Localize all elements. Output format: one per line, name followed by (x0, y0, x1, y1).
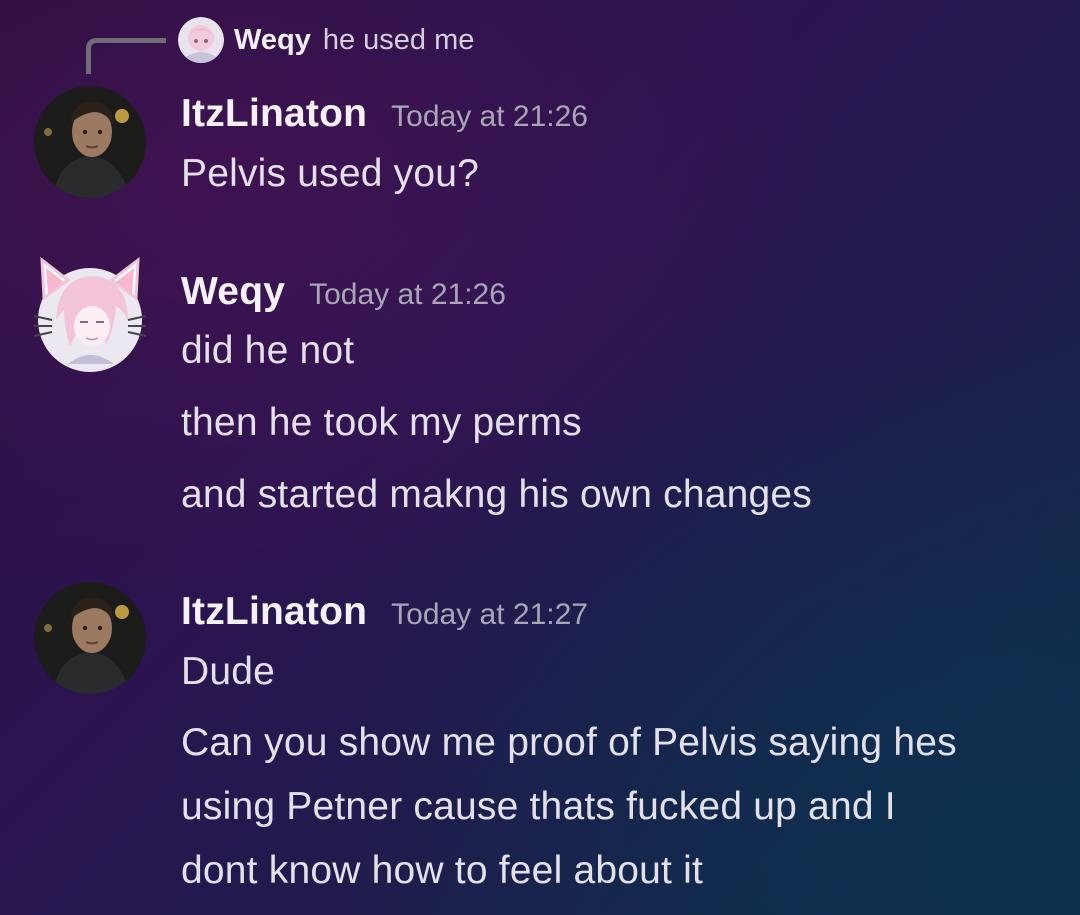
avatar[interactable] (34, 582, 146, 694)
message-text: Dude (181, 650, 276, 693)
message-text: Can you show me proof of Pelvis saying h… (181, 721, 957, 764)
avatar[interactable] (33, 256, 147, 372)
avatar[interactable] (34, 86, 146, 198)
message-text: dont know how to feel about it (181, 849, 704, 892)
username[interactable]: ItzLinaton (181, 92, 367, 136)
reply-author[interactable]: Weqy (234, 24, 311, 57)
username[interactable]: ItzLinaton (181, 590, 367, 634)
timestamp: Today at 21:26 (309, 278, 506, 311)
message-text: Pelvis used you? (181, 152, 480, 195)
reply-avatar[interactable] (178, 17, 224, 63)
reply-text[interactable]: he used me (323, 24, 475, 57)
username[interactable]: Weqy (181, 270, 285, 314)
reply-spine (86, 38, 166, 74)
message-text: did he not (181, 329, 355, 372)
reply-reference[interactable]: Weqy he used me (178, 17, 474, 63)
timestamp: Today at 21:27 (391, 598, 588, 631)
message-text: and started makng his own changes (181, 473, 812, 516)
chat-view: Weqy he used me ItzLinaton Today at 21:2… (0, 0, 1080, 915)
message-text: then he took my perms (181, 401, 582, 444)
message-text: using Petner cause thats fucked up and I (181, 785, 896, 828)
timestamp: Today at 21:26 (391, 100, 588, 133)
